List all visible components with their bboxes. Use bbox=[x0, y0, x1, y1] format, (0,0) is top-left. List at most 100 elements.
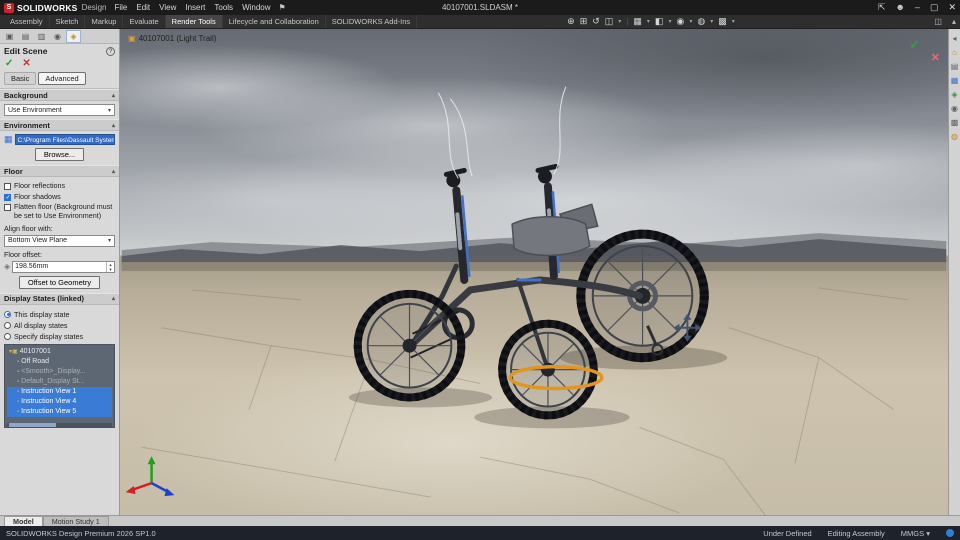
feature-manager-tab[interactable]: ▣ bbox=[2, 30, 17, 43]
chevron-down-icon[interactable]: ▾ bbox=[710, 18, 713, 25]
hide-show-items-icon[interactable]: ◉ bbox=[676, 16, 684, 27]
this-display-state-radio[interactable] bbox=[4, 310, 11, 318]
task-pane-strip: ◂ ⌂ ▤ ▦ ◈ ◉ ▩ ◍ bbox=[948, 29, 960, 515]
tree-item-assembly[interactable]: ▾▣ 40107001 bbox=[7, 347, 112, 357]
web-help-icon[interactable] bbox=[946, 529, 954, 537]
property-manager-tab[interactable]: ▤ bbox=[18, 30, 33, 43]
tree-item[interactable]: ▪ <Smooth>_Display... bbox=[7, 367, 112, 377]
user-account-icon[interactable]: ☻ bbox=[895, 0, 904, 15]
spin-down-icon[interactable]: ▾ bbox=[109, 267, 111, 272]
scrollbar-thumb[interactable] bbox=[9, 422, 57, 427]
view-settings-icon[interactable]: ▩ bbox=[718, 16, 727, 27]
menu-view[interactable]: View bbox=[159, 3, 176, 12]
zoom-fit-icon[interactable]: ⊕ bbox=[567, 16, 575, 27]
configuration-manager-tab[interactable]: ▥ bbox=[34, 30, 49, 43]
ok-button[interactable]: ✓ bbox=[5, 58, 13, 69]
dimxpert-manager-tab[interactable]: ◉ bbox=[50, 30, 65, 43]
section-environment-header[interactable]: Environment ▴ bbox=[0, 119, 119, 131]
floor-reflections-checkbox[interactable] bbox=[4, 183, 11, 190]
flatten-floor-checkbox[interactable] bbox=[4, 204, 11, 212]
tree-item[interactable]: ▪ Off Road bbox=[7, 357, 112, 367]
graphics-viewport[interactable]: ▣ 40107001 (Light Trail) ✓ ✕ bbox=[120, 29, 948, 515]
display-style-icon[interactable]: ◧ bbox=[655, 16, 664, 27]
menu-insert[interactable]: Insert bbox=[185, 3, 205, 12]
cancel-button[interactable]: ✕ bbox=[22, 58, 30, 69]
options-icon[interactable]: ◫ bbox=[934, 17, 942, 26]
tab-markup[interactable]: Markup bbox=[85, 15, 124, 28]
appearances-icon[interactable]: ◉ bbox=[951, 104, 958, 113]
breadcrumb[interactable]: ▣ 40107001 (Light Trail) bbox=[128, 34, 216, 43]
chevron-down-icon[interactable]: ▾ bbox=[618, 18, 621, 25]
all-display-states-radio[interactable] bbox=[4, 321, 11, 329]
forum-icon[interactable]: ◍ bbox=[951, 132, 958, 141]
close-button[interactable]: ✕ bbox=[948, 0, 956, 15]
collapse-arrow-icon[interactable]: ◂ bbox=[952, 34, 956, 43]
tree-item-label: Instruction View 5 bbox=[21, 408, 77, 416]
pin-menu-icon[interactable]: ⚑ bbox=[279, 3, 286, 12]
menu-tools[interactable]: Tools bbox=[214, 3, 233, 12]
tree-item[interactable]: ▪ Instruction View 5 bbox=[7, 406, 112, 417]
home-icon[interactable]: ⌂ bbox=[952, 48, 957, 57]
help-icon[interactable]: ? bbox=[106, 46, 115, 56]
collapse-ribbon-icon[interactable]: ▴ bbox=[952, 17, 956, 26]
front-left-wheel[interactable] bbox=[353, 289, 466, 402]
floor-offset-input[interactable]: 198.56mm ▴ ▾ bbox=[12, 260, 115, 273]
view-palette-icon[interactable]: ◈ bbox=[951, 90, 957, 99]
environment-path-field[interactable]: C:\Program Files\Dassault Systeme bbox=[14, 134, 115, 145]
tree-item-label: 40107001 bbox=[19, 348, 51, 356]
tree-item[interactable]: ▪ Instruction View 4 bbox=[7, 396, 112, 407]
confirmation-corner-ok[interactable]: ✓ bbox=[909, 37, 920, 53]
menu-edit[interactable]: Edit bbox=[136, 3, 150, 12]
tree-horizontal-scrollbar[interactable] bbox=[7, 422, 112, 427]
section-background-label: Background bbox=[4, 90, 48, 100]
solidworks-logo-icon: S bbox=[4, 2, 14, 13]
menu-window[interactable]: Window bbox=[242, 3, 270, 12]
floor-offset-stepper[interactable]: ▴ ▾ bbox=[106, 261, 114, 272]
menu-file[interactable]: File bbox=[114, 3, 127, 12]
tab-evaluate[interactable]: Evaluate bbox=[123, 15, 166, 28]
tab-lifecycle-collaboration[interactable]: Lifecycle and Collaboration bbox=[223, 15, 326, 28]
tree-item[interactable]: ▪ Instruction View 1 bbox=[7, 386, 112, 397]
tab-advanced[interactable]: Advanced bbox=[38, 72, 86, 85]
tree-item[interactable]: ▪ Default_Display St... bbox=[7, 377, 112, 387]
units-dropdown[interactable]: MMGS ▾ bbox=[901, 529, 930, 538]
chevron-down-icon[interactable]: ▾ bbox=[732, 18, 735, 25]
section-background-header[interactable]: Background ▴ bbox=[0, 89, 119, 101]
floor-shadows-checkbox[interactable] bbox=[4, 193, 11, 201]
file-explorer-icon[interactable]: ▦ bbox=[951, 76, 959, 85]
floor-reflections-row: Floor reflections bbox=[4, 181, 115, 191]
offset-to-geometry-button[interactable]: Offset to Geometry bbox=[18, 275, 101, 289]
display-manager-tab[interactable]: ◈ bbox=[66, 29, 81, 43]
floor-shadows-row: Floor shadows bbox=[4, 191, 115, 202]
units-value: MMGS bbox=[900, 528, 925, 538]
design-library-icon[interactable]: ▤ bbox=[951, 62, 959, 71]
floor-shadows-label: Floor shadows bbox=[14, 191, 61, 201]
specify-display-states-radio[interactable] bbox=[4, 332, 11, 340]
tab-basic[interactable]: Basic bbox=[4, 72, 37, 85]
tab-solidworks-add-ins[interactable]: SOLIDWORKS Add-Ins bbox=[326, 15, 418, 28]
section-display-states-header[interactable]: Display States (linked) ▴ bbox=[0, 292, 119, 305]
chevron-down-icon[interactable]: ▾ bbox=[668, 18, 671, 25]
confirmation-corner-cancel[interactable]: ✕ bbox=[931, 51, 940, 64]
tab-sketch[interactable]: Sketch bbox=[50, 15, 86, 28]
maximize-button[interactable]: ▢ bbox=[930, 0, 939, 15]
tab-assembly[interactable]: Assembly bbox=[4, 15, 50, 28]
background-dropdown[interactable]: Use Environment ▾ bbox=[4, 104, 115, 116]
tab-motion-study-1[interactable]: Motion Study 1 bbox=[42, 516, 109, 526]
zoom-area-icon[interactable]: ⊞ bbox=[580, 16, 588, 27]
sign-in-icon[interactable]: ⇱ bbox=[878, 0, 886, 15]
previous-view-icon[interactable]: ↺ bbox=[592, 16, 600, 27]
align-floor-dropdown[interactable]: Bottom View Plane ▾ bbox=[4, 234, 115, 247]
edit-appearance-icon[interactable]: ◍ bbox=[697, 16, 705, 27]
view-orientation-icon[interactable]: ▦ bbox=[633, 16, 642, 27]
section-floor-header[interactable]: Floor ▴ bbox=[0, 165, 119, 177]
chevron-down-icon[interactable]: ▾ bbox=[689, 18, 692, 25]
chevron-down-icon[interactable]: ▾ bbox=[647, 18, 650, 25]
tab-render-tools[interactable]: Render Tools bbox=[165, 15, 223, 28]
tab-model[interactable]: Model bbox=[4, 516, 43, 526]
menu-bar: File Edit View Insert Tools Window bbox=[114, 3, 270, 12]
minimize-button[interactable]: – bbox=[915, 0, 920, 15]
custom-properties-icon[interactable]: ▩ bbox=[951, 118, 959, 127]
section-view-icon[interactable]: ◫ bbox=[605, 16, 614, 27]
browse-button[interactable]: Browse... bbox=[34, 148, 85, 161]
